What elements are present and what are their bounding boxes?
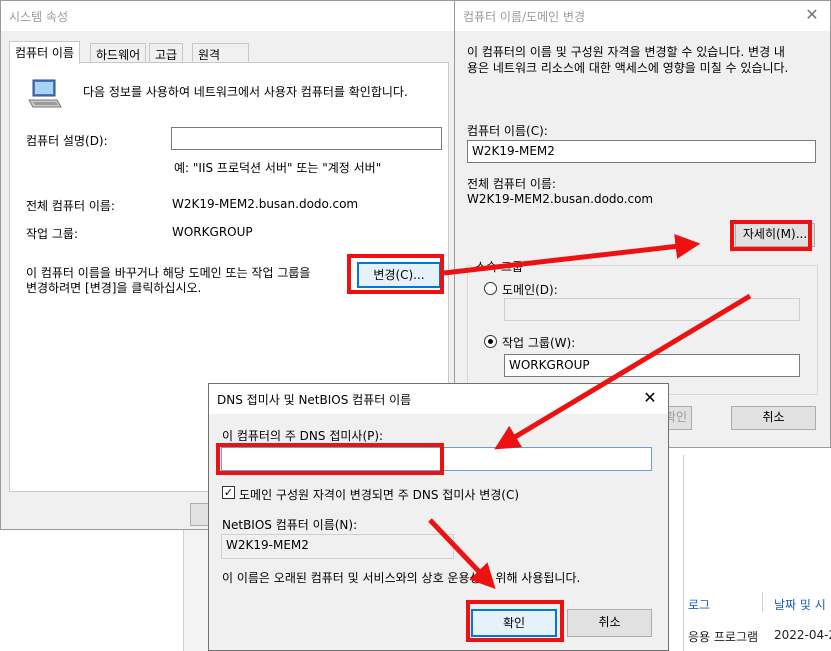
member-of-label: 소속 그룹 — [472, 258, 526, 275]
description-example: 예: "IIS 프로덕션 서버" 또는 "계정 서버" — [174, 161, 382, 175]
full-name-label: 전체 컴퓨터 이름: — [26, 199, 115, 213]
workgroup-label: 작업 그룹(W): — [502, 336, 576, 350]
dialog-title: 컴퓨터 이름/도메인 변경 — [463, 10, 586, 24]
change-suffix-label: 도메인 구성원 자격이 변경되면 주 DNS 접미사 변경(C) — [239, 488, 520, 502]
full-name-value: W2K19-MEM2.busan.dodo.com — [172, 197, 359, 211]
more-button-highlight — [730, 220, 812, 251]
workgroup-value: WORKGROUP — [172, 225, 253, 239]
event-list-pane: 로그 날짜 및 시 응용 프로그램 2022-04-27 — [683, 455, 831, 651]
window-title: 시스템 속성 — [9, 10, 69, 24]
computer-icon — [28, 79, 62, 108]
description-label: 컴퓨터 설명(D): — [26, 134, 108, 148]
full-name-label: 전체 컴퓨터 이름: — [467, 177, 556, 191]
cancel-button[interactable]: 취소 — [567, 609, 652, 637]
ok-button-partial[interactable] — [190, 503, 210, 526]
computer-name-label: 컴퓨터 이름(C): — [467, 124, 548, 138]
rename-instruction-line2: 변경하려면 [변경]을 클릭하십시오. — [26, 281, 202, 295]
column-header-log[interactable]: 로그 — [688, 596, 710, 613]
domain-radio[interactable] — [484, 282, 497, 295]
cancel-button[interactable]: 취소 — [731, 406, 816, 430]
log-row-date[interactable]: 2022-04-27 — [774, 628, 831, 642]
computer-name-input[interactable]: W2K19-MEM2 — [467, 140, 816, 163]
tab-advanced[interactable]: 고급 — [149, 43, 184, 63]
workgroup-radio[interactable] — [484, 335, 497, 348]
ok-button-highlight — [466, 600, 564, 642]
log-row-name[interactable]: 응용 프로그램 — [688, 628, 758, 645]
title-bar: DNS 접미사 및 NetBIOS 컴퓨터 이름 ✕ — [209, 384, 668, 414]
netbios-note: 이 이름은 오래된 컴퓨터 및 서비스와의 상호 운용성을 위해 사용됩니다. — [222, 571, 581, 585]
workgroup-label: 작업 그룹: — [26, 227, 79, 241]
change-button-highlight — [347, 254, 444, 294]
tab-computer-name[interactable]: 컴퓨터 이름 — [9, 41, 81, 64]
close-icon[interactable]: ✕ — [640, 388, 660, 408]
netbios-label: NetBIOS 컴퓨터 이름(N): — [222, 518, 358, 532]
dns-suffix-dialog: DNS 접미사 및 NetBIOS 컴퓨터 이름 ✕ 이 컴퓨터의 주 DNS … — [208, 383, 669, 651]
tab-remote[interactable]: 원격 — [192, 43, 249, 63]
background-scroll-area — [183, 530, 208, 651]
close-icon[interactable]: ✕ — [802, 5, 822, 25]
title-bar: 컴퓨터 이름/도메인 변경 ✕ — [455, 1, 830, 31]
intro-line1: 이 컴퓨터의 이름 및 구성원 자격을 변경할 수 있습니다. 변경 내 — [467, 45, 785, 59]
intro-line2: 용은 네트워크 리소스에 대한 액세스에 영향을 미칠 수 있습니다. — [467, 61, 789, 75]
dialog-title: DNS 접미사 및 NetBIOS 컴퓨터 이름 — [217, 393, 412, 407]
column-divider — [762, 592, 763, 612]
column-header-date[interactable]: 날짜 및 시 — [774, 596, 826, 613]
title-bar: 시스템 속성 — [1, 1, 454, 31]
description-input[interactable] — [171, 127, 442, 150]
workgroup-input[interactable]: WORKGROUP — [504, 354, 800, 377]
intro-text: 다음 정보를 사용하여 네트워크에서 사용자 컴퓨터를 확인합니다. — [83, 85, 408, 99]
netbios-input[interactable]: W2K19-MEM2 — [221, 534, 454, 559]
tab-hardware[interactable]: 하드웨어 — [90, 43, 147, 63]
background-window — [0, 530, 183, 651]
dns-suffix-highlight — [216, 443, 444, 475]
full-name-value: W2K19-MEM2.busan.dodo.com — [467, 192, 654, 206]
change-suffix-checkbox[interactable]: ✓ — [222, 486, 235, 499]
domain-input[interactable] — [504, 298, 800, 321]
dns-suffix-label: 이 컴퓨터의 주 DNS 접미사(P): — [222, 429, 384, 443]
domain-label: 도메인(D): — [502, 283, 558, 297]
